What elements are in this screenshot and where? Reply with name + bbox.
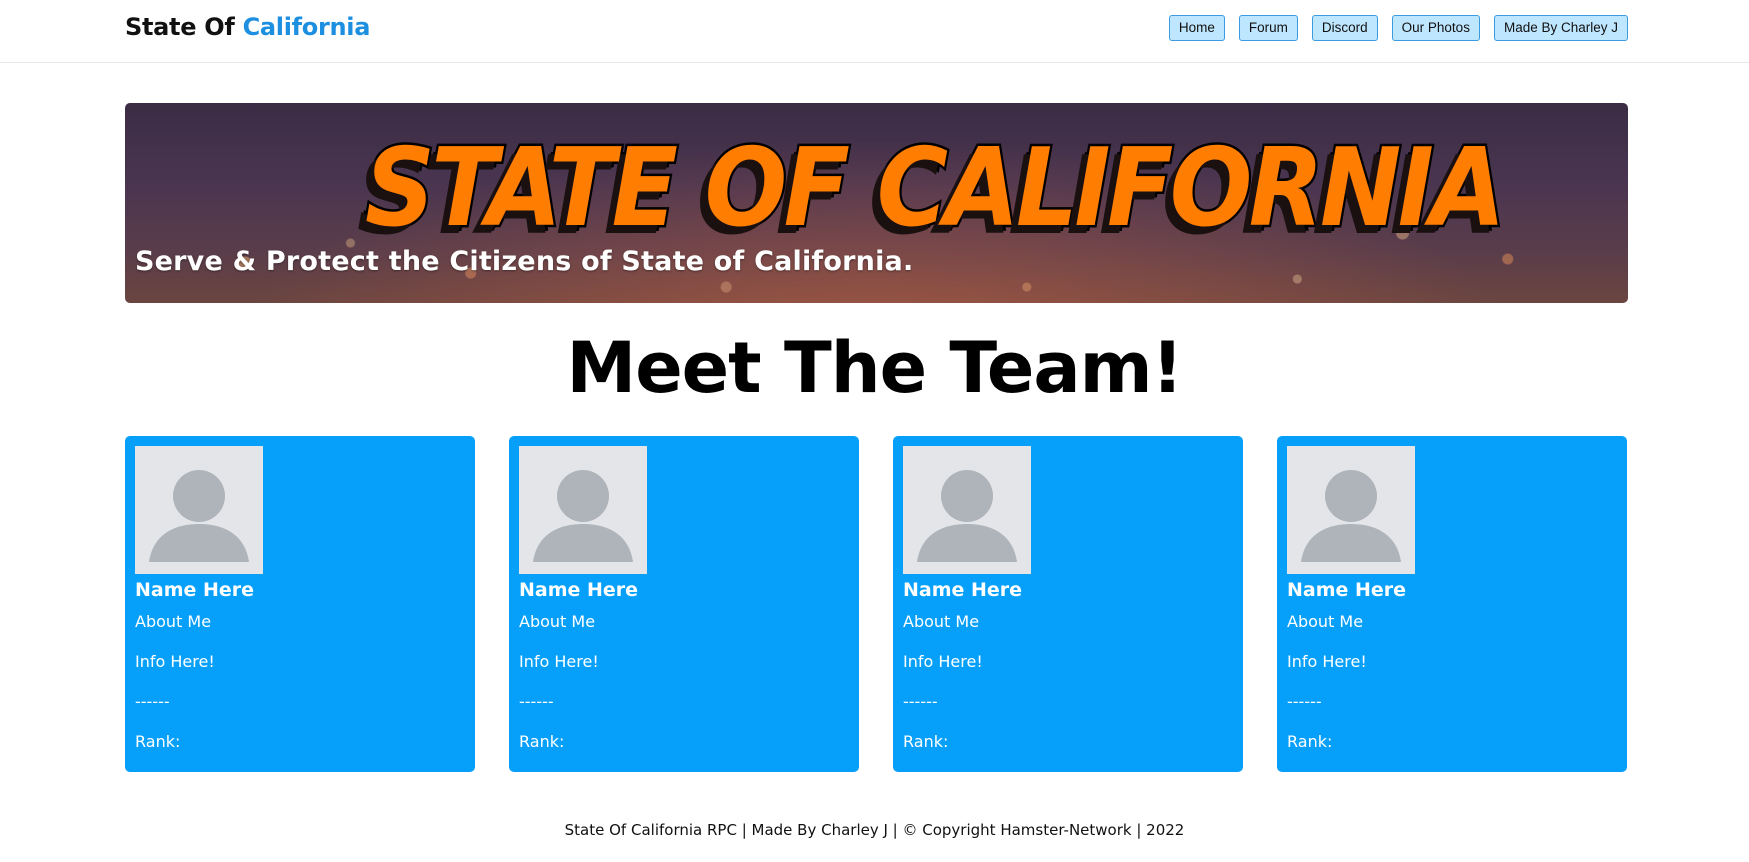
team-card: Name Here About Me Info Here! ------ Ran…: [125, 436, 475, 772]
navbar: State Of California Home Forum Discord O…: [0, 0, 1749, 63]
member-about: About Me: [519, 612, 596, 631]
banner-title: STATE OF CALIFORNIA: [363, 126, 1508, 251]
user-silhouette-icon: [135, 446, 263, 574]
hero-banner: STATE OF CALIFORNIA Serve & Protect the …: [125, 103, 1628, 303]
member-name: Name Here: [1287, 579, 1407, 601]
member-rank: Rank:: [519, 732, 565, 751]
member-divider: ------: [519, 692, 554, 711]
footer-text: State Of California RPC | Made By Charle…: [564, 821, 1185, 839]
brand-text: State Of: [125, 13, 243, 41]
team-cards: Name Here About Me Info Here! ------ Ran…: [125, 436, 1627, 772]
user-silhouette-icon: [519, 446, 647, 574]
site-brand[interactable]: State Of California: [125, 13, 370, 41]
member-info: Info Here!: [519, 652, 599, 671]
member-rank: Rank:: [135, 732, 181, 751]
nav-menu: Home Forum Discord Our Photos Made By Ch…: [1168, 15, 1628, 41]
page-title: Meet The Team!: [566, 327, 1184, 409]
brand-accent-text: California: [242, 13, 371, 41]
member-name: Name Here: [903, 579, 1023, 601]
member-name: Name Here: [135, 579, 255, 601]
member-divider: ------: [903, 692, 938, 711]
nav-home-button[interactable]: Home: [1168, 15, 1225, 41]
banner-subtitle: Serve & Protect the Citizens of State of…: [135, 246, 914, 277]
user-silhouette-icon: [1287, 446, 1415, 574]
nav-discord-button[interactable]: Discord: [1311, 15, 1378, 41]
nav-made-by-button[interactable]: Made By Charley J: [1493, 15, 1628, 41]
member-info: Info Here!: [903, 652, 983, 671]
team-card: Name Here About Me Info Here! ------ Ran…: [509, 436, 859, 772]
member-rank: Rank:: [1287, 732, 1333, 751]
team-card: Name Here About Me Info Here! ------ Ran…: [893, 436, 1243, 772]
user-silhouette-icon: [903, 446, 1031, 574]
nav-our-photos-button[interactable]: Our Photos: [1391, 15, 1480, 41]
member-divider: ------: [1287, 692, 1322, 711]
member-about: About Me: [1287, 612, 1364, 631]
member-about: About Me: [135, 612, 212, 631]
team-card: Name Here About Me Info Here! ------ Ran…: [1277, 436, 1627, 772]
member-divider: ------: [135, 692, 170, 711]
member-name: Name Here: [519, 579, 639, 601]
member-info: Info Here!: [1287, 652, 1367, 671]
member-about: About Me: [903, 612, 980, 631]
member-info: Info Here!: [135, 652, 215, 671]
nav-forum-button[interactable]: Forum: [1238, 15, 1298, 41]
member-rank: Rank:: [903, 732, 949, 751]
